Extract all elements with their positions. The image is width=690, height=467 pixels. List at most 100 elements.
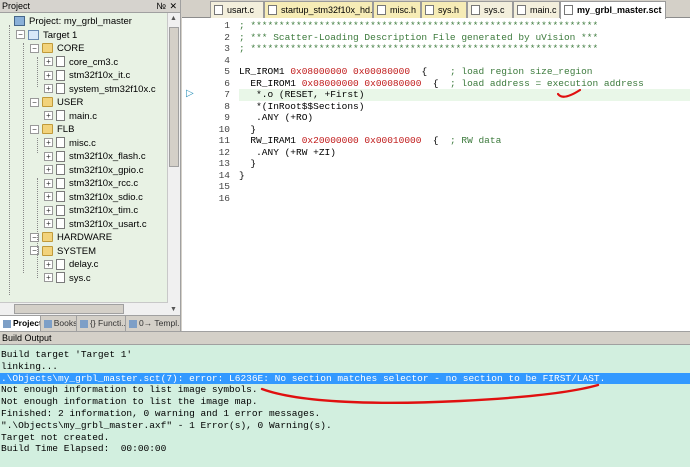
output-line[interactable]: Finished: 2 information, 0 warning and 1… [0, 408, 690, 420]
file-tab[interactable]: sys.c [467, 1, 513, 18]
scroll-down-icon[interactable]: ▼ [170, 306, 177, 313]
code-line[interactable] [239, 55, 690, 67]
expand-plus-icon[interactable]: + [44, 205, 53, 215]
expand-plus-icon[interactable]: + [44, 138, 53, 148]
code-line[interactable]: ; **************************************… [239, 43, 690, 55]
project-icon [14, 16, 25, 27]
tree-horizontal-scrollbar[interactable] [0, 302, 168, 315]
code-editor: usart.c startup_stm32f10x_hd.s misc.h sys.h… [182, 0, 690, 331]
line-number: 15 [218, 181, 230, 192]
code-hex-literal: 0x20000000 0x00010000 [301, 135, 422, 146]
collapse-minus-icon[interactable]: − [30, 43, 39, 53]
tree-item[interactable]: − USER [30, 96, 83, 110]
panel-tab-strip: Project Books {} Functi... 0→ Templ... [0, 315, 181, 331]
tree-item[interactable]: − Target 1 [16, 29, 77, 43]
tree-item[interactable]: + stm32f10x_usart.c [44, 218, 147, 232]
file-tab-label: main.c [530, 5, 557, 15]
tree-item[interactable]: + stm32f10x_it.c [44, 69, 130, 83]
expand-plus-icon[interactable]: + [44, 178, 53, 188]
tree-item[interactable]: + delay.c [44, 258, 98, 272]
tree-item[interactable]: − CORE [30, 42, 84, 56]
tree-item[interactable]: − HARDWARE [30, 231, 112, 245]
scroll-thumb[interactable] [169, 27, 179, 167]
collapse-minus-icon[interactable]: − [16, 30, 25, 40]
expand-plus-icon[interactable]: + [44, 165, 53, 175]
code-line[interactable]: } [239, 170, 690, 182]
file-tab[interactable]: my_grbl_master.sct [560, 1, 666, 19]
tree-vertical-scrollbar[interactable]: ▲ ▼ [167, 13, 180, 315]
file-tab[interactable]: misc.h [373, 1, 421, 18]
build-output-title: Build Output [0, 331, 690, 345]
tree-item[interactable]: + core_cm3.c [44, 56, 118, 70]
tree-item[interactable]: + stm32f10x_flash.c [44, 150, 146, 164]
code-line[interactable]: ; **************************************… [239, 20, 690, 32]
collapse-minus-icon[interactable]: − [30, 124, 39, 134]
expand-plus-icon[interactable]: + [44, 57, 53, 67]
tree-item[interactable]: + stm32f10x_tim.c [44, 204, 138, 218]
code-line[interactable]: *.o (RESET, +First) [239, 89, 690, 101]
tree-item[interactable]: −Project: my_grbl_master [2, 15, 132, 29]
expand-plus-icon[interactable]: + [44, 70, 53, 80]
expand-plus-icon[interactable]: + [44, 219, 53, 229]
code-line[interactable]: LR_IROM1 0x08000000 0x00080000 { ; load … [239, 66, 690, 78]
expand-plus-icon[interactable]: + [44, 259, 53, 269]
tree-item[interactable]: + stm32f10x_rcc.c [44, 177, 138, 191]
tree-item[interactable]: − FLB [30, 123, 74, 137]
output-line[interactable]: Build target 'Target 1' [0, 349, 690, 361]
tree-item[interactable]: + misc.c [44, 137, 96, 151]
expand-plus-icon[interactable]: + [44, 192, 53, 202]
output-line[interactable]: Build Time Elapsed: 00:00:00 [0, 443, 690, 455]
output-line[interactable]: ".\Objects\my_grbl_master.axf" - 1 Error… [0, 420, 690, 432]
code-line[interactable]: .ANY (+RO) [239, 112, 690, 124]
red-annotation-check [557, 89, 581, 98]
tree-item[interactable]: + system_stm32f10x.c [44, 83, 156, 97]
close-icon[interactable]: ✕ [169, 0, 177, 12]
pin-icon[interactable]: № [156, 0, 166, 12]
tree-item[interactable]: − SYSTEM [30, 245, 96, 259]
panel-tab[interactable]: Project [0, 316, 41, 331]
panel-tab[interactable]: {} Functi... [77, 316, 126, 331]
file-tab[interactable]: sys.h [421, 1, 467, 18]
line-number: 6 [224, 77, 230, 89]
code-area[interactable]: ; **************************************… [239, 18, 690, 331]
code-line[interactable]: ER_IROM1 0x08000000 0x00080000 { ; load … [239, 78, 690, 90]
tree-guide-line [9, 25, 10, 295]
file-tab-label: startup_stm32f10x_hd.s [281, 5, 378, 15]
ide-window: Project № ✕ −Project: my_grbl_master−Tar… [0, 0, 690, 467]
tree-item[interactable]: + sys.c [44, 272, 91, 286]
file-tab[interactable]: main.c [513, 1, 560, 18]
code-line[interactable]: ; *** Scatter-Loading Description File g… [239, 32, 690, 44]
code-token: } [239, 123, 257, 135]
panel-tab[interactable]: 0→ Templ... [126, 316, 181, 331]
code-comment: ; RW data [449, 135, 502, 146]
output-line[interactable]: linking... [0, 361, 690, 373]
tree-item[interactable]: + main.c [44, 110, 97, 124]
code-line[interactable]: } [239, 124, 690, 136]
panel-tab[interactable]: Books [41, 316, 77, 331]
code-token: *.o (RESET, +First) [239, 89, 365, 100]
collapse-minus-icon[interactable]: − [30, 97, 39, 107]
expand-plus-icon[interactable]: + [44, 151, 53, 161]
hscroll-thumb[interactable] [14, 304, 124, 314]
file-icon [517, 5, 526, 15]
expand-plus-icon[interactable]: + [44, 111, 53, 121]
code-line[interactable] [239, 181, 690, 193]
file-tab[interactable]: startup_stm32f10x_hd.s [264, 1, 377, 18]
code-line[interactable]: *(InRoot$$Sections) [239, 101, 690, 113]
line-number: 14 [218, 169, 230, 181]
tree-item[interactable]: + stm32f10x_sdio.c [44, 191, 143, 205]
tree-guide-line [37, 178, 38, 278]
expand-plus-icon[interactable]: + [44, 273, 53, 283]
code-line[interactable]: .ANY (+RW +ZI) [239, 147, 690, 159]
output-line[interactable]: Target not created. [0, 432, 690, 444]
file-tab-label: usart.c [227, 5, 255, 15]
tree-item-label: HARDWARE [57, 232, 113, 243]
file-tab[interactable]: usart.c [210, 1, 264, 18]
code-line[interactable] [239, 193, 690, 205]
expand-plus-icon[interactable]: + [44, 84, 53, 94]
scroll-up-icon[interactable]: ▲ [170, 15, 177, 22]
c-file-icon [56, 110, 65, 122]
code-line[interactable]: RW_IRAM1 0x20000000 0x00010000 { ; RW da… [239, 135, 690, 147]
tree-item[interactable]: + stm32f10x_gpio.c [44, 164, 143, 178]
code-line[interactable]: } [239, 158, 690, 170]
